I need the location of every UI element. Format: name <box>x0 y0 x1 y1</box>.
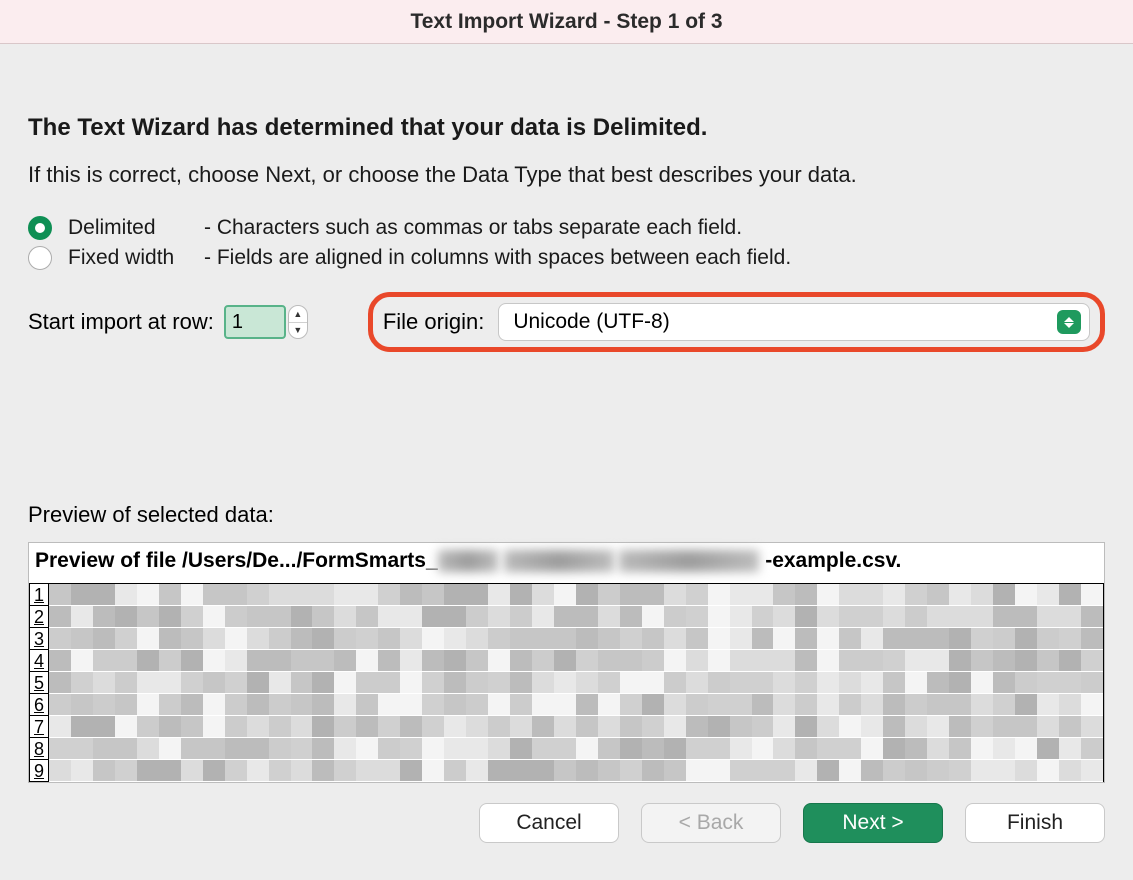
start-row-input-wrap: ▲ ▼ <box>224 305 308 339</box>
next-button[interactable]: Next > <box>803 803 943 843</box>
preview-pixelated-data <box>49 584 1103 782</box>
start-row-stepper[interactable]: ▲ ▼ <box>288 305 308 339</box>
preview-row-number: 4 <box>30 650 48 672</box>
option-delimited-desc: - Characters such as commas or tabs sepa… <box>204 216 742 240</box>
preview-row-number: 9 <box>30 760 48 782</box>
button-row: Cancel < Back Next > Finish <box>28 803 1105 843</box>
start-row-group: Start import at row: ▲ ▼ <box>28 305 308 339</box>
option-delimited-label: Delimited <box>68 216 188 240</box>
stepper-down-icon[interactable]: ▼ <box>289 322 307 339</box>
page-subtext: If this is correct, choose Next, or choo… <box>28 162 1105 188</box>
preview-row-numbers: 123456789 <box>30 584 49 782</box>
preview-row-number: 6 <box>30 694 48 716</box>
wizard-title: Text Import Wizard - Step 1 of 3 <box>0 0 1133 44</box>
start-row-input[interactable] <box>224 305 286 339</box>
preview-row-number: 1 <box>30 584 48 606</box>
back-button: < Back <box>641 803 781 843</box>
option-delimited[interactable]: Delimited - Characters such as commas or… <box>28 216 1105 240</box>
radio-fixed-width[interactable] <box>28 246 52 270</box>
redacted-segment <box>438 550 498 572</box>
radio-delimited[interactable] <box>28 216 52 240</box>
redacted-segment <box>504 550 614 572</box>
preview-row-number: 5 <box>30 672 48 694</box>
preview-label: Preview of selected data: <box>28 502 1105 528</box>
page-heading: The Text Wizard has determined that your… <box>28 114 1105 142</box>
preview-header-prefix: Preview of file /Users/De.../FormSmarts_ <box>35 549 438 573</box>
finish-button[interactable]: Finish <box>965 803 1105 843</box>
file-origin-select[interactable]: Unicode (UTF-8) <box>498 303 1090 341</box>
preview-row-number: 7 <box>30 716 48 738</box>
preview-row-number: 2 <box>30 606 48 628</box>
preview-row-number: 3 <box>30 628 48 650</box>
redacted-segment <box>619 550 759 572</box>
wizard-body: The Text Wizard has determined that your… <box>0 44 1133 871</box>
file-origin-label: File origin: <box>383 309 484 335</box>
file-origin-group: File origin: Unicode (UTF-8) <box>368 292 1105 352</box>
preview-row-number: 8 <box>30 738 48 760</box>
file-origin-value: Unicode (UTF-8) <box>513 310 669 334</box>
cancel-button[interactable]: Cancel <box>479 803 619 843</box>
data-type-options: Delimited - Characters such as commas or… <box>28 216 1105 270</box>
start-row-label: Start import at row: <box>28 309 214 335</box>
select-caret-icon[interactable] <box>1057 310 1081 334</box>
stepper-up-icon[interactable]: ▲ <box>289 306 307 322</box>
option-fixed-width[interactable]: Fixed width - Fields are aligned in colu… <box>28 246 1105 270</box>
preview-box: Preview of file /Users/De.../FormSmarts_… <box>28 542 1105 783</box>
preview-header: Preview of file /Users/De.../FormSmarts_… <box>29 543 1104 583</box>
row-controls: Start import at row: ▲ ▼ File origin: Un… <box>28 292 1105 352</box>
option-fixed-desc: - Fields are aligned in columns with spa… <box>204 246 791 270</box>
preview-header-suffix: -example.csv. <box>765 549 901 573</box>
preview-grid: 123456789 <box>29 583 1104 782</box>
option-fixed-label: Fixed width <box>68 246 188 270</box>
